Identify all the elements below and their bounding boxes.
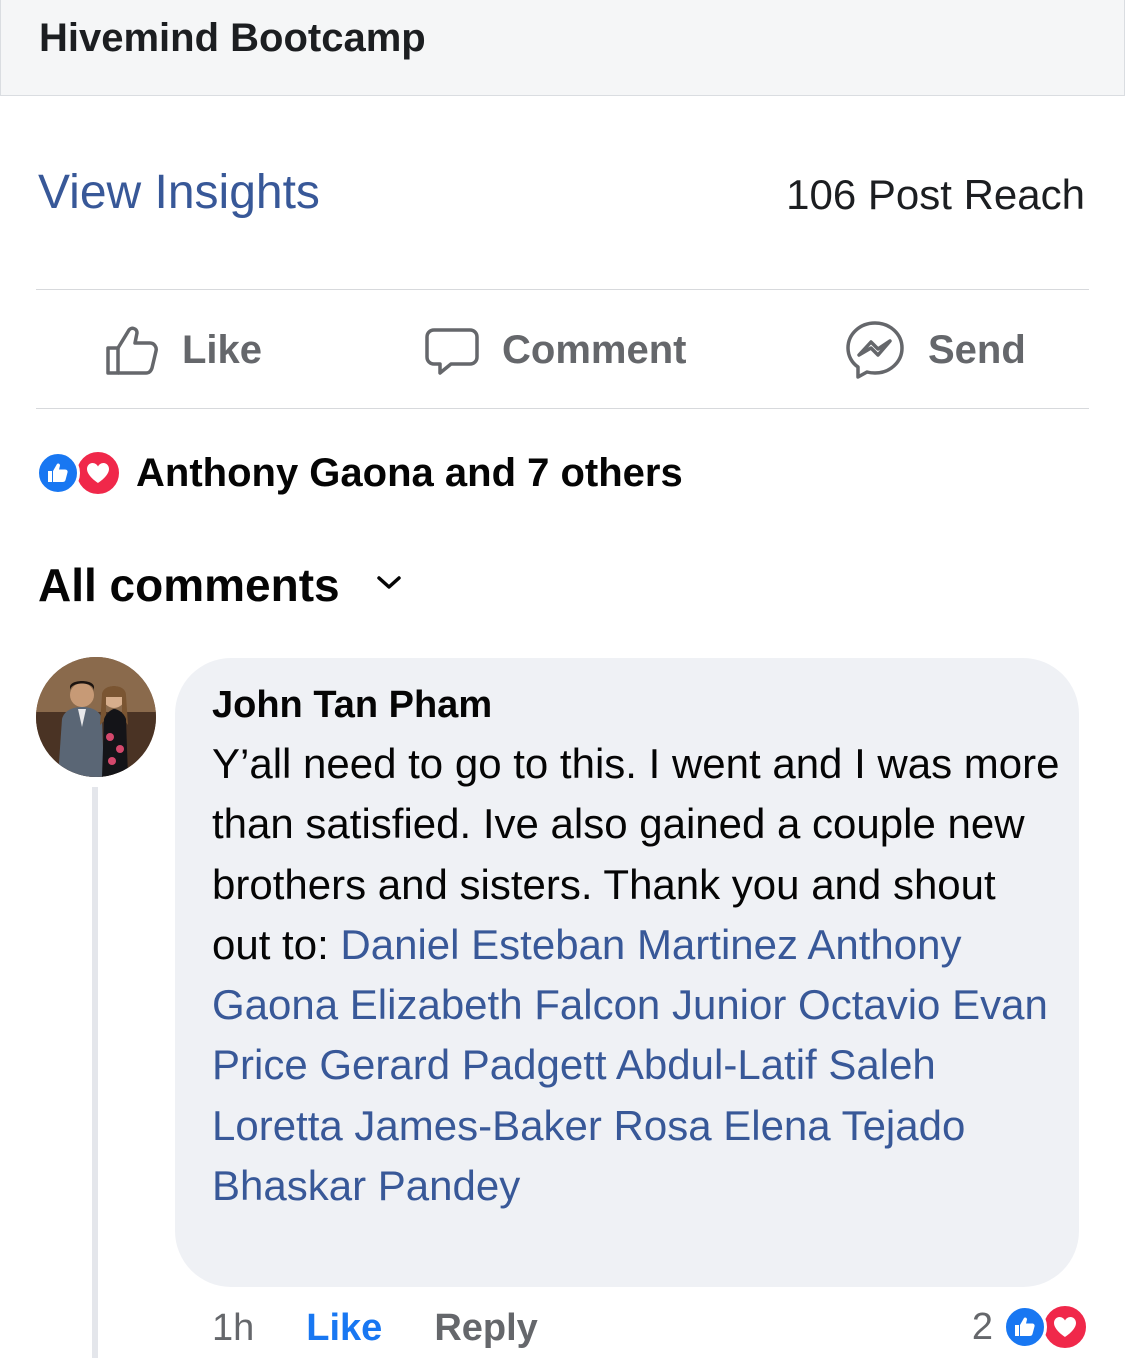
messenger-icon	[844, 319, 906, 381]
love-reaction-icon	[1041, 1303, 1089, 1351]
mention-link[interactable]: Daniel Esteban Martinez	[340, 921, 798, 968]
page-header: Hivemind Bootcamp	[0, 0, 1125, 96]
thumbs-up-icon	[104, 322, 160, 378]
comment-thread-line	[92, 787, 98, 1358]
comment-label: Comment	[502, 327, 687, 372]
divider	[36, 408, 1089, 409]
comment-reply-button[interactable]: Reply	[434, 1307, 537, 1350]
mention-link[interactable]: Junior Octavio	[672, 981, 940, 1028]
love-reaction-icon	[74, 449, 122, 497]
post-reach-count: 106 Post Reach	[786, 171, 1085, 218]
insights-row: View Insights 106 Post Reach	[38, 165, 1085, 225]
like-reaction-icon	[1003, 1305, 1047, 1349]
page-title[interactable]: Hivemind Bootcamp	[39, 16, 426, 61]
comment-body: Y’all need to go to this. I went and I w…	[212, 734, 1062, 1216]
chevron-down-icon	[376, 575, 402, 596]
mention-link[interactable]: Elizabeth Falcon	[350, 981, 661, 1028]
comment-like-button[interactable]: Like	[306, 1307, 382, 1350]
mention-link[interactable]: Gerard Padgett	[319, 1041, 606, 1088]
send-label: Send	[928, 327, 1026, 372]
like-label: Like	[182, 327, 263, 372]
avatar[interactable]	[36, 657, 156, 777]
comment-bubble: John Tan Pham Y’all need to go to this. …	[175, 658, 1079, 1287]
speech-bubble-icon	[424, 322, 480, 378]
view-insights-link[interactable]: View Insights	[38, 165, 320, 220]
like-button[interactable]: Like	[104, 292, 262, 408]
reactions-summary[interactable]: Anthony Gaona and 7 others	[36, 448, 683, 498]
mention-link[interactable]: Bhaskar Pandey	[212, 1162, 520, 1209]
comment-reaction-count: 2	[971, 1305, 993, 1348]
send-button[interactable]: Send	[844, 292, 1026, 408]
mention-link[interactable]: Loretta James-Baker	[212, 1102, 602, 1149]
comment-button[interactable]: Comment	[424, 292, 686, 408]
mention-link[interactable]: Rosa Elena Tejado	[614, 1102, 966, 1149]
post-action-bar: Like Comment Send	[36, 292, 1089, 408]
like-reaction-icon	[36, 451, 80, 495]
mention-link[interactable]: Abdul-Latif Saleh	[616, 1041, 936, 1088]
reactions-summary-text: Anthony Gaona and 7 others	[136, 450, 683, 495]
comments-filter-label: All comments	[38, 559, 340, 611]
comment-author[interactable]: John Tan Pham	[212, 684, 492, 727]
comment-reactions[interactable]: 2	[972, 1303, 1089, 1351]
comment-timestamp[interactable]: 1h	[212, 1307, 254, 1350]
comments-filter-dropdown[interactable]: All comments	[38, 558, 402, 612]
comment-meta: 1h Like Reply	[212, 1300, 538, 1356]
divider	[36, 289, 1089, 290]
